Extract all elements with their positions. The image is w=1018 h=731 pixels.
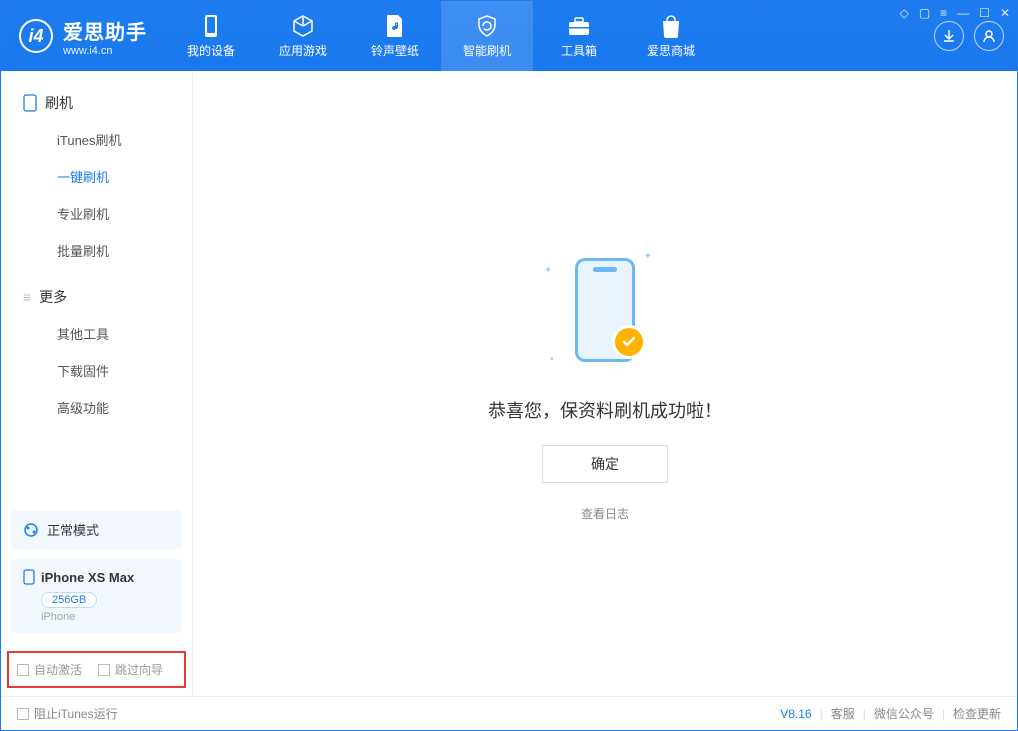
sidebar-group-label: 更多 xyxy=(39,287,67,307)
tshirt-icon[interactable]: ◇ xyxy=(900,6,909,20)
footer: 阻止iTunes运行 V8.16 | 客服 | 微信公众号 | 检查更新 xyxy=(1,696,1017,730)
music-file-icon xyxy=(383,14,407,38)
checkbox-auto-activate[interactable]: 自动激活 xyxy=(17,661,82,678)
nav-apps-games[interactable]: 应用游戏 xyxy=(257,1,349,71)
top-nav: 我的设备 应用游戏 铃声壁纸 智能刷机 工具箱 爱思商城 xyxy=(165,1,929,71)
checkbox-label: 阻止iTunes运行 xyxy=(34,705,118,722)
mode-label: 正常模式 xyxy=(47,520,99,539)
minimize-icon[interactable]: — xyxy=(957,6,969,20)
nav-smart-flash[interactable]: 智能刷机 xyxy=(441,1,533,71)
body: 刷机 iTunes刷机 一键刷机 专业刷机 批量刷机 ≡ 更多 其他工具 下载固… xyxy=(1,71,1017,696)
checkbox-row-highlighted: 自动激活 跳过向导 xyxy=(7,651,186,688)
logo-icon: i4 xyxy=(19,19,53,53)
device-card[interactable]: iPhone XS Max 256GB iPhone xyxy=(11,559,182,633)
nav-label: 工具箱 xyxy=(561,42,597,59)
mode-icon xyxy=(23,522,39,538)
sidebar-item-download-firmware[interactable]: 下载固件 xyxy=(1,352,192,389)
checkbox-block-itunes[interactable]: 阻止iTunes运行 xyxy=(17,705,118,722)
window-controls-top: ◇ ▢ ≡ — ☐ ✕ xyxy=(900,6,1010,20)
logo: i4 爱思助手 www.i4.cn xyxy=(1,1,165,71)
nav-label: 应用游戏 xyxy=(279,42,327,59)
checkbox-skip-guide[interactable]: 跳过向导 xyxy=(98,661,163,678)
close-icon[interactable]: ✕ xyxy=(1000,6,1010,20)
sidebar-bottom: 正常模式 iPhone XS Max 256GB iPhone xyxy=(1,500,192,643)
feedback-icon[interactable]: ▢ xyxy=(919,6,930,20)
sidebar-group-more: ≡ 更多 xyxy=(1,279,192,315)
sidebar-item-batch-flash[interactable]: 批量刷机 xyxy=(1,232,192,269)
app-url: www.i4.cn xyxy=(63,45,147,57)
nav-label: 我的设备 xyxy=(187,42,235,59)
version-label: V8.16 xyxy=(780,707,811,721)
device-icon xyxy=(23,569,35,585)
ok-button[interactable]: 确定 xyxy=(542,445,668,483)
shield-refresh-icon xyxy=(475,14,499,38)
sidebar: 刷机 iTunes刷机 一键刷机 专业刷机 批量刷机 ≡ 更多 其他工具 下载固… xyxy=(1,71,193,696)
checkbox-icon xyxy=(17,708,29,720)
cube-icon xyxy=(291,14,315,38)
download-button[interactable] xyxy=(934,21,964,51)
mode-card[interactable]: 正常模式 xyxy=(11,510,182,549)
success-check-icon xyxy=(612,325,646,359)
titlebar: i4 爱思助手 www.i4.cn 我的设备 应用游戏 铃声壁纸 智能刷机 xyxy=(1,1,1017,71)
nav-toolbox[interactable]: 工具箱 xyxy=(533,1,625,71)
main-panel: ✦ ✦ • 恭喜您，保资料刷机成功啦！ 确定 查看日志 xyxy=(193,71,1017,696)
app-name: 爱思助手 xyxy=(63,16,147,45)
nav-store[interactable]: 爱思商城 xyxy=(625,1,717,71)
account-button[interactable] xyxy=(974,21,1004,51)
bag-icon xyxy=(659,14,683,38)
success-illustration: ✦ ✦ • xyxy=(540,245,670,375)
sidebar-item-other-tools[interactable]: 其他工具 xyxy=(1,315,192,352)
app-window: ◇ ▢ ≡ — ☐ ✕ i4 爱思助手 www.i4.cn 我的设备 应用游戏 xyxy=(0,0,1018,731)
checkbox-icon xyxy=(17,664,29,676)
footer-link-support[interactable]: 客服 xyxy=(831,705,855,722)
maximize-icon[interactable]: ☐ xyxy=(979,6,990,20)
nav-ringtones[interactable]: 铃声壁纸 xyxy=(349,1,441,71)
nav-my-device[interactable]: 我的设备 xyxy=(165,1,257,71)
success-message: 恭喜您，保资料刷机成功啦！ xyxy=(488,397,722,423)
nav-label: 智能刷机 xyxy=(463,42,511,59)
storage-badge: 256GB xyxy=(41,592,97,608)
view-log-link[interactable]: 查看日志 xyxy=(581,505,629,522)
footer-link-wechat[interactable]: 微信公众号 xyxy=(874,705,934,722)
phone-outline-icon xyxy=(23,94,37,112)
list-icon: ≡ xyxy=(23,289,31,305)
menu-icon[interactable]: ≡ xyxy=(940,6,947,20)
checkbox-icon xyxy=(98,664,110,676)
device-type: iPhone xyxy=(41,611,170,623)
sidebar-group-label: 刷机 xyxy=(45,93,73,113)
checkbox-label: 跳过向导 xyxy=(115,661,163,678)
sidebar-item-pro-flash[interactable]: 专业刷机 xyxy=(1,195,192,232)
nav-label: 铃声壁纸 xyxy=(371,42,419,59)
nav-label: 爱思商城 xyxy=(647,42,695,59)
sidebar-group-flash: 刷机 xyxy=(1,85,192,121)
footer-link-update[interactable]: 检查更新 xyxy=(953,705,1001,722)
device-name-label: iPhone XS Max xyxy=(41,570,134,585)
checkbox-label: 自动激活 xyxy=(34,661,82,678)
sidebar-item-onekey-flash[interactable]: 一键刷机 xyxy=(1,158,192,195)
toolbox-icon xyxy=(567,14,591,38)
sidebar-item-itunes-flash[interactable]: iTunes刷机 xyxy=(1,121,192,158)
phone-icon xyxy=(199,14,223,38)
sidebar-item-advanced[interactable]: 高级功能 xyxy=(1,389,192,426)
